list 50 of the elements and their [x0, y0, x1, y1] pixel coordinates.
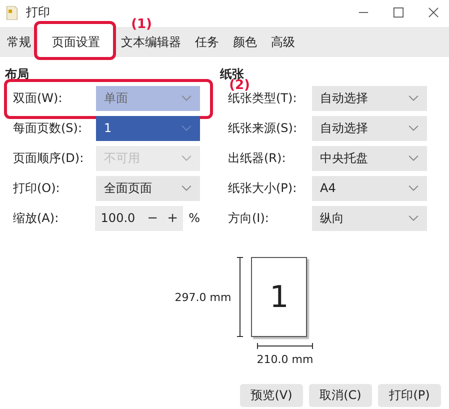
- number-field[interactable]: 100.0 − +: [94, 206, 183, 230]
- field-label: 双面(W):: [12, 90, 64, 106]
- field-label: 方向(I):: [227, 210, 270, 226]
- tab[interactable]: 颜色: [226, 27, 264, 57]
- chevron-icon: [181, 94, 192, 102]
- decrement-button[interactable]: −: [142, 210, 163, 226]
- section-heading: 纸张: [220, 67, 244, 81]
- dropdown[interactable]: 自动选择: [312, 86, 427, 110]
- chevron-icon: [181, 154, 192, 162]
- field-label: 纸张类型(T):: [227, 90, 298, 106]
- tab[interactable]: 任务: [188, 27, 226, 57]
- callout-label: (2): [229, 78, 250, 93]
- field-label: 页面顺序(D):: [12, 150, 85, 166]
- field-label: 纸张大小(P):: [227, 180, 298, 196]
- dropdown[interactable]: A4: [312, 176, 427, 200]
- width-label: 210.0 mm: [256, 353, 314, 366]
- field-label: 每面页数(S):: [12, 120, 84, 136]
- window-title: 打印: [26, 4, 50, 21]
- close-icon[interactable]: [428, 7, 439, 18]
- field-label: 纸张来源(S):: [227, 120, 298, 136]
- dropdown[interactable]: 自动选择: [312, 116, 427, 140]
- tab[interactable]: 页面设置: [38, 27, 114, 57]
- dropdown[interactable]: 全面页面: [96, 176, 200, 200]
- chevron-icon: [408, 94, 419, 102]
- width-dimension-line: [257, 343, 313, 349]
- dialog-button[interactable]: 预览(V): [240, 384, 303, 407]
- maximize-icon[interactable]: [393, 7, 404, 18]
- dropdown[interactable]: 1: [96, 116, 200, 140]
- field-label: 打印(O):: [12, 180, 61, 196]
- section-heading: 布局: [5, 67, 30, 83]
- app-icon: [6, 6, 18, 20]
- field-label: 出纸器(R):: [227, 150, 287, 166]
- height-label: 297.0 mm: [174, 290, 232, 304]
- tab[interactable]: 常规: [0, 27, 38, 57]
- callout-label: (1): [131, 17, 152, 32]
- dialog-button[interactable]: 取消(C): [309, 384, 372, 407]
- dialog-button[interactable]: 打印(P): [378, 384, 441, 407]
- chevron-icon: [408, 154, 419, 162]
- unit-label: %: [188, 211, 200, 225]
- dropdown[interactable]: 纵向: [312, 206, 427, 230]
- dropdown[interactable]: 中央托盘: [312, 146, 427, 170]
- field-label: 缩放(A):: [12, 210, 60, 226]
- increment-button[interactable]: +: [162, 210, 183, 226]
- chevron-icon: [408, 184, 419, 192]
- chevron-icon: [181, 184, 192, 192]
- tab[interactable]: 高级: [264, 27, 302, 57]
- chevron-icon: [181, 124, 192, 132]
- chevron-icon: [408, 214, 419, 222]
- page-number: 1: [270, 280, 289, 314]
- chevron-icon: [408, 124, 419, 132]
